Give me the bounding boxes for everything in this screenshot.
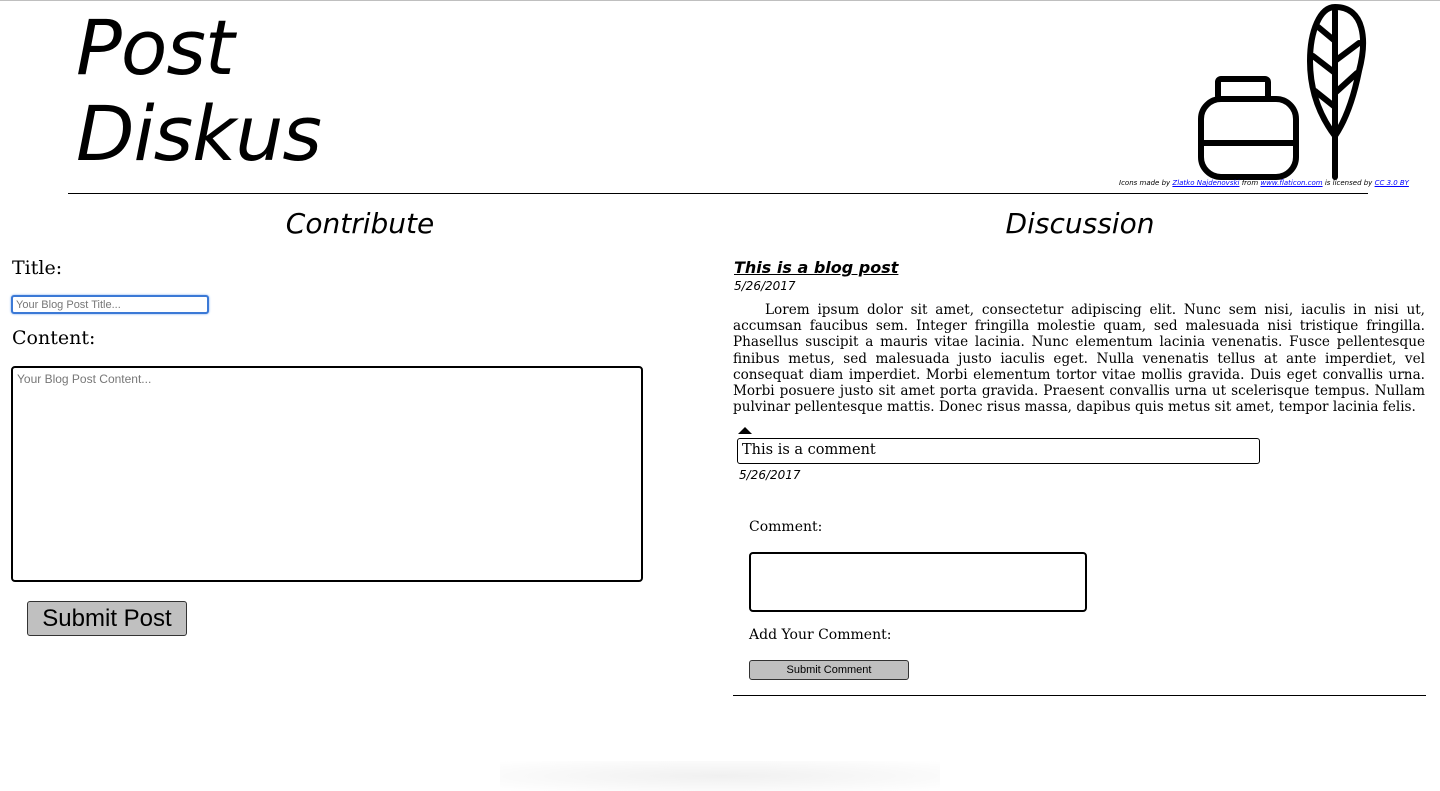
header-divider — [68, 193, 1368, 194]
comment-label: Comment: — [749, 519, 823, 535]
bottom-shadow — [500, 761, 940, 791]
comment-textarea[interactable] — [749, 552, 1087, 612]
icon-credit: Icons made by Zlatko Najdenovski from ww… — [1119, 179, 1409, 187]
comment-text: This is a comment — [737, 438, 1260, 464]
logo-line-post: Post — [76, 3, 235, 92]
logo-line-diskus: Diskus — [76, 89, 322, 178]
comment-date: 5/26/2017 — [739, 468, 801, 482]
credit-from: from — [1239, 179, 1261, 187]
discussion-divider — [733, 695, 1426, 696]
discussion-heading: Discussion — [1005, 207, 1155, 240]
submit-post-button[interactable]: Submit Post — [27, 601, 187, 636]
upvote-arrow-icon[interactable] — [738, 427, 752, 434]
site-logo: Post Diskus — [76, 3, 322, 178]
post-body: Lorem ipsum dolor sit amet, consectetur … — [733, 302, 1425, 416]
credit-prefix: Icons made by — [1119, 179, 1173, 187]
submit-comment-button[interactable]: Submit Comment — [749, 660, 909, 680]
post-title-link[interactable]: This is a blog post — [734, 258, 898, 277]
post-content-textarea[interactable] — [11, 366, 643, 582]
credit-license-link[interactable]: CC 3.0 BY — [1375, 179, 1409, 187]
post-title-input[interactable] — [11, 295, 209, 314]
contribute-heading: Contribute — [285, 207, 435, 240]
add-comment-label: Add Your Comment: — [749, 627, 892, 643]
title-label: Title: — [12, 257, 63, 279]
credit-site-link[interactable]: www.flaticon.com — [1260, 179, 1322, 187]
credit-licensed: is licensed by — [1322, 179, 1375, 187]
ink-bottle-and-feather-icon — [1198, 4, 1367, 180]
credit-author-link[interactable]: Zlatko Najdenovski — [1172, 179, 1239, 187]
content-label: Content: — [12, 327, 96, 349]
post-date: 5/26/2017 — [734, 279, 796, 293]
